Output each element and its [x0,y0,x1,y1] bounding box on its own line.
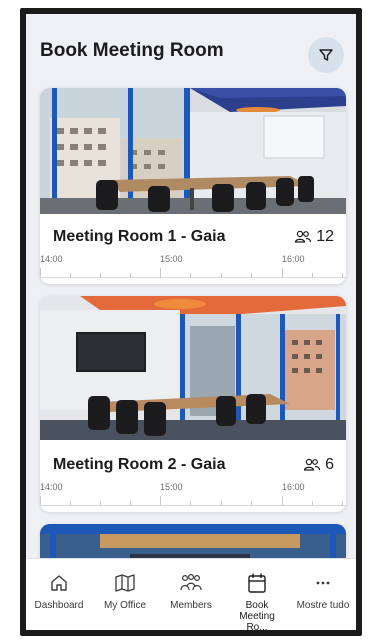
people-icon [295,230,312,243]
time-label: 15:00 [160,482,183,492]
people-icon [303,458,321,471]
room-name-2: Meeting Room 2 - Gaia [53,456,226,473]
map-icon [115,574,135,592]
calendar-icon [248,573,266,593]
header: Book Meeting Room [26,14,356,86]
time-label: 14:00 [40,254,63,264]
capacity-value: 12 [316,228,334,245]
members-icon [180,573,202,591]
home-icon [51,575,67,591]
room-card-1[interactable]: Meeting Room 1 - Gaia 12 14:00 15:00 16:… [40,88,346,284]
tab-members[interactable]: Members [158,571,224,611]
tab-my-office[interactable]: My Office [92,571,158,611]
tab-book-meeting-room[interactable]: Book Meeting Ro... [224,571,290,630]
time-label: 16:00 [282,254,305,264]
timeline-axis [40,277,346,278]
page-title: Book Meeting Room [40,40,224,61]
availability-timeline-1[interactable]: 14:00 15:00 16:00 [40,254,346,284]
tab-label: Mostre tudo [296,600,350,611]
more-icon [316,581,330,585]
tab-label: My Office [103,600,147,611]
time-label: 16:00 [282,482,305,492]
tab-label: Book Meeting Ro... [239,600,275,630]
tab-dashboard[interactable]: Dashboard [26,571,92,611]
room-photo-1 [40,88,346,214]
room-card-2[interactable]: Meeting Room 2 - Gaia 6 14:00 15:00 16:0… [40,296,346,512]
tab-label: Dashboard [34,600,84,611]
room-name-1: Meeting Room 1 - Gaia [53,228,226,245]
capacity-value: 6 [325,456,334,473]
filter-button[interactable] [308,37,344,73]
tab-label: Members [170,600,212,611]
bottom-tab-bar: Dashboard My Office Members Book Meeting… [26,558,356,630]
time-label: 15:00 [160,254,183,264]
timeline-axis [40,505,346,506]
app-screen: Book Meeting Room Meeting Room 1 - Gaia … [26,14,356,630]
room-capacity-1: 12 [294,228,334,246]
filter-icon [319,49,333,61]
time-label: 14:00 [40,482,63,492]
room-photo-2 [40,296,346,440]
availability-timeline-2[interactable]: 14:00 15:00 16:00 [40,482,346,512]
tab-more[interactable]: Mostre tudo [290,571,356,611]
room-capacity-2: 6 [303,456,334,474]
